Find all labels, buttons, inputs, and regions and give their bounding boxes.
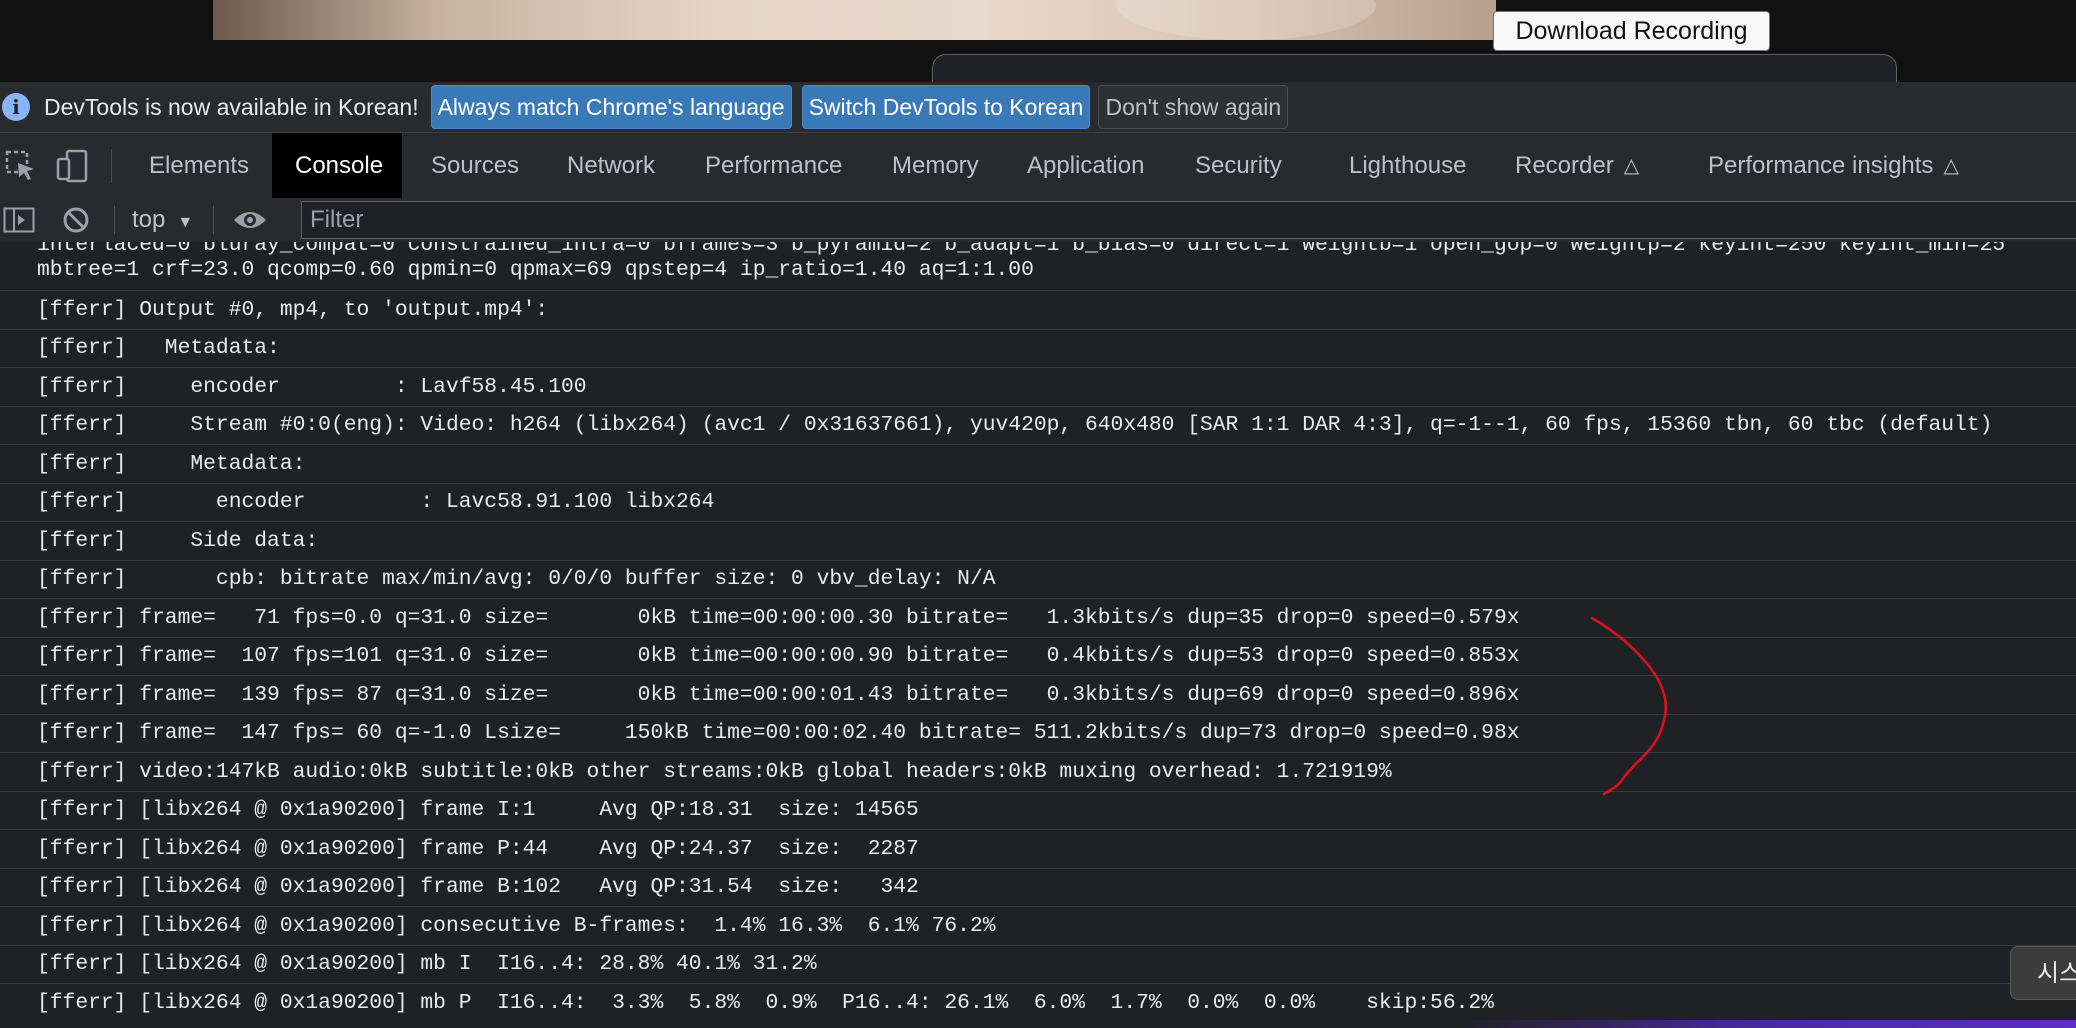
tab-application[interactable]: Application: [1027, 133, 1144, 198]
tab-lighthouse[interactable]: Lighthouse: [1349, 133, 1466, 198]
tab-performance-insights-label: Performance insights: [1708, 152, 1934, 179]
filter-input[interactable]: [301, 201, 2076, 239]
download-recording-button[interactable]: Download Recording: [1493, 11, 1770, 51]
dont-show-again-button[interactable]: Don't show again: [1098, 85, 1289, 129]
tab-performance[interactable]: Performance: [705, 133, 842, 198]
system-toast: 시스: [2010, 946, 2076, 1000]
bottom-edge-strip: [0, 1020, 2076, 1028]
page-panel: [932, 54, 1897, 82]
toolbar-divider: [114, 206, 115, 234]
console-message: [fferr] encoder : Lavc58.91.100 libx264: [0, 484, 2076, 522]
context-selector-label: top: [132, 206, 166, 233]
console-message: [fferr] cpb: bitrate max/min/avg: 0/0/0 …: [0, 561, 2076, 599]
console-message: [fferr] encoder : Lavf58.45.100: [0, 368, 2076, 407]
tab-performance-insights[interactable]: Performance insights △: [1708, 133, 1959, 198]
console-message: [fferr] video:147kB audio:0kB subtitle:0…: [0, 753, 2076, 792]
toolbar-divider: [111, 149, 112, 183]
tab-recorder[interactable]: Recorder △: [1515, 133, 1639, 198]
tab-sources[interactable]: Sources: [431, 133, 519, 198]
tab-console[interactable]: Console: [272, 133, 402, 198]
console-messages: interlaced=0 bluray_compat=0 constrained…: [0, 242, 2076, 1028]
devtools-tabbar: Elements Console Sources Network Perform…: [0, 133, 2076, 199]
toolbar-divider: [213, 206, 214, 234]
dropdown-arrow-icon: ▼: [177, 214, 194, 231]
tab-security[interactable]: Security: [1195, 133, 1282, 198]
always-match-language-button[interactable]: Always match Chrome's language: [430, 85, 792, 129]
live-expression-eye-icon[interactable]: [232, 208, 268, 232]
tab-memory[interactable]: Memory: [892, 133, 979, 198]
tab-recorder-label: Recorder: [1515, 152, 1614, 179]
console-message: [fferr] Side data:: [0, 522, 2076, 561]
console-message: [fferr] Stream #0:0(eng): Video: h264 (l…: [0, 407, 2076, 445]
console-message: [fferr] [libx264 @ 0x1a90200] mb P I16..…: [0, 984, 2076, 1023]
clear-console-icon[interactable]: [62, 206, 90, 234]
console-toolbar: top ▼: [0, 198, 2076, 243]
console-message: [fferr] frame= 107 fps=101 q=31.0 size= …: [0, 638, 2076, 676]
beaker-icon: △: [1943, 155, 1959, 178]
video-preview: [213, 0, 1496, 40]
console-message: [fferr] Output #0, mp4, to 'output.mp4':: [0, 291, 2076, 330]
sidebar-toggle-icon[interactable]: [3, 207, 35, 233]
info-icon: i: [2, 93, 30, 121]
console-message: [fferr] Metadata:: [0, 330, 2076, 368]
beaker-icon: △: [1623, 155, 1640, 178]
device-toolbar-icon[interactable]: [55, 149, 89, 183]
console-message: [fferr] frame= 147 fps= 60 q=-1.0 Lsize=…: [0, 715, 2076, 753]
console-message: [fferr] [libx264 @ 0x1a90200] consecutiv…: [0, 907, 2076, 946]
tab-network[interactable]: Network: [567, 133, 655, 198]
red-bracket-annotation: [1590, 616, 1668, 796]
console-message: [fferr] [libx264 @ 0x1a90200] mb I I16..…: [0, 946, 2076, 984]
console-message: [fferr] frame= 139 fps= 87 q=31.0 size= …: [0, 676, 2076, 715]
tab-elements[interactable]: Elements: [138, 133, 283, 198]
console-message: [fferr] [libx264 @ 0x1a90200] frame P:44…: [0, 830, 2076, 869]
console-message: interlaced=0 bluray_compat=0 constrained…: [0, 242, 2076, 291]
switch-to-korean-button[interactable]: Switch DevTools to Korean: [801, 85, 1091, 129]
language-infobar: i DevTools is now available in Korean! A…: [0, 82, 2076, 133]
inspect-element-icon[interactable]: [4, 149, 38, 183]
page-viewport: Download Recording: [0, 0, 2076, 82]
console-message: [fferr] [libx264 @ 0x1a90200] frame B:10…: [0, 869, 2076, 907]
console-message: [fferr] [libx264 @ 0x1a90200] frame I:1 …: [0, 792, 2076, 830]
console-message: [fferr] frame= 71 fps=0.0 q=31.0 size= 0…: [0, 599, 2076, 638]
infobar-message: DevTools is now available in Korean!: [44, 93, 419, 120]
console-message: [fferr] Metadata:: [0, 445, 2076, 484]
context-selector[interactable]: top ▼: [132, 198, 193, 242]
